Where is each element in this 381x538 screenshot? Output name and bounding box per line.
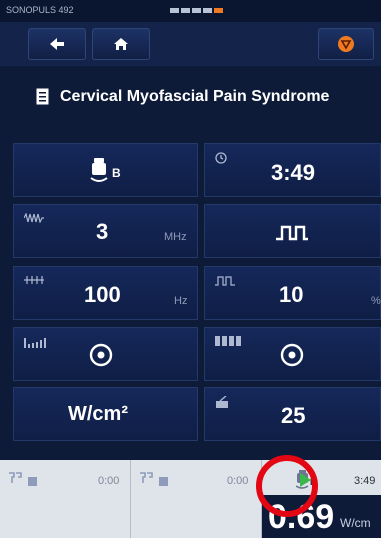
home-button[interactable] <box>92 28 150 60</box>
electrode-icon <box>9 472 22 483</box>
duty-cycle-value: 10 <box>279 282 304 307</box>
frequency-unit: MHz <box>164 231 187 243</box>
arrow-left-icon <box>50 38 64 50</box>
target-icon <box>89 343 113 367</box>
intensity-ramp-tile[interactable] <box>13 327 198 381</box>
pulse-frequency-unit: Hz <box>174 295 188 307</box>
head-selection-tile[interactable]: B <box>13 143 198 197</box>
channel-time: 0:00 <box>227 475 249 487</box>
navigation-bar <box>0 22 381 66</box>
pulse-frequency-value: 100 <box>84 282 121 307</box>
electrode-icon <box>140 472 153 483</box>
channel-status <box>159 477 168 486</box>
frequency-value: 3 <box>96 219 109 244</box>
contact-tile[interactable]: 25 <box>204 387 381 441</box>
pulse-freq-icon <box>24 276 44 284</box>
frequency-tile[interactable]: 3 MHz <box>13 204 198 258</box>
pulse-frequency-tile[interactable]: 100 Hz <box>13 266 198 320</box>
ramp-bars-icon <box>24 338 46 348</box>
intensity-unit-value: W/cm² <box>68 403 128 425</box>
program-title: Cervical Myofascial Pain Syndrome <box>60 88 330 105</box>
duty-cycle-unit: % <box>371 295 381 307</box>
status-bar: SONOPULS 492 <box>0 0 381 22</box>
bar-option-tile[interactable] <box>204 327 381 381</box>
home-icon <box>114 38 128 50</box>
timer-tile[interactable]: 3:49 <box>204 143 381 197</box>
contact-icon <box>216 396 228 408</box>
duty-cycle-tile[interactable]: 10 % <box>204 266 381 320</box>
highlight-circle <box>256 455 318 517</box>
channel-time: 0:00 <box>98 475 120 487</box>
waveform-icon <box>24 213 44 223</box>
document-icon <box>36 88 49 105</box>
target-icon <box>280 343 304 367</box>
ultrasound-head-icon <box>90 158 108 182</box>
channel-1[interactable]: 0:00 <box>0 460 131 538</box>
device-name: SONOPULS 492 <box>6 5 74 15</box>
mode-tile[interactable] <box>204 204 381 258</box>
pulse-bars-icon <box>215 336 241 346</box>
active-intensity-unit: W/cm <box>340 516 371 530</box>
timer-value: 3:49 <box>271 160 316 185</box>
channel-2[interactable]: 0:00 <box>131 460 262 538</box>
back-button[interactable] <box>28 28 86 60</box>
stop-icon <box>338 36 354 52</box>
clock-icon <box>215 152 227 164</box>
head-label: B <box>112 166 121 180</box>
program-header: Cervical Myofascial Pain Syndrome <box>0 70 381 126</box>
stop-button[interactable] <box>318 28 374 60</box>
channel-status <box>28 477 37 486</box>
battery-indicator <box>170 8 225 13</box>
pulsed-wave-icon <box>276 225 308 241</box>
contact-value: 25 <box>281 403 306 428</box>
duty-cycle-icon <box>215 276 235 286</box>
intensity-unit-tile[interactable]: W/cm² <box>13 387 198 441</box>
active-channel-time: 3:49 <box>354 475 376 487</box>
